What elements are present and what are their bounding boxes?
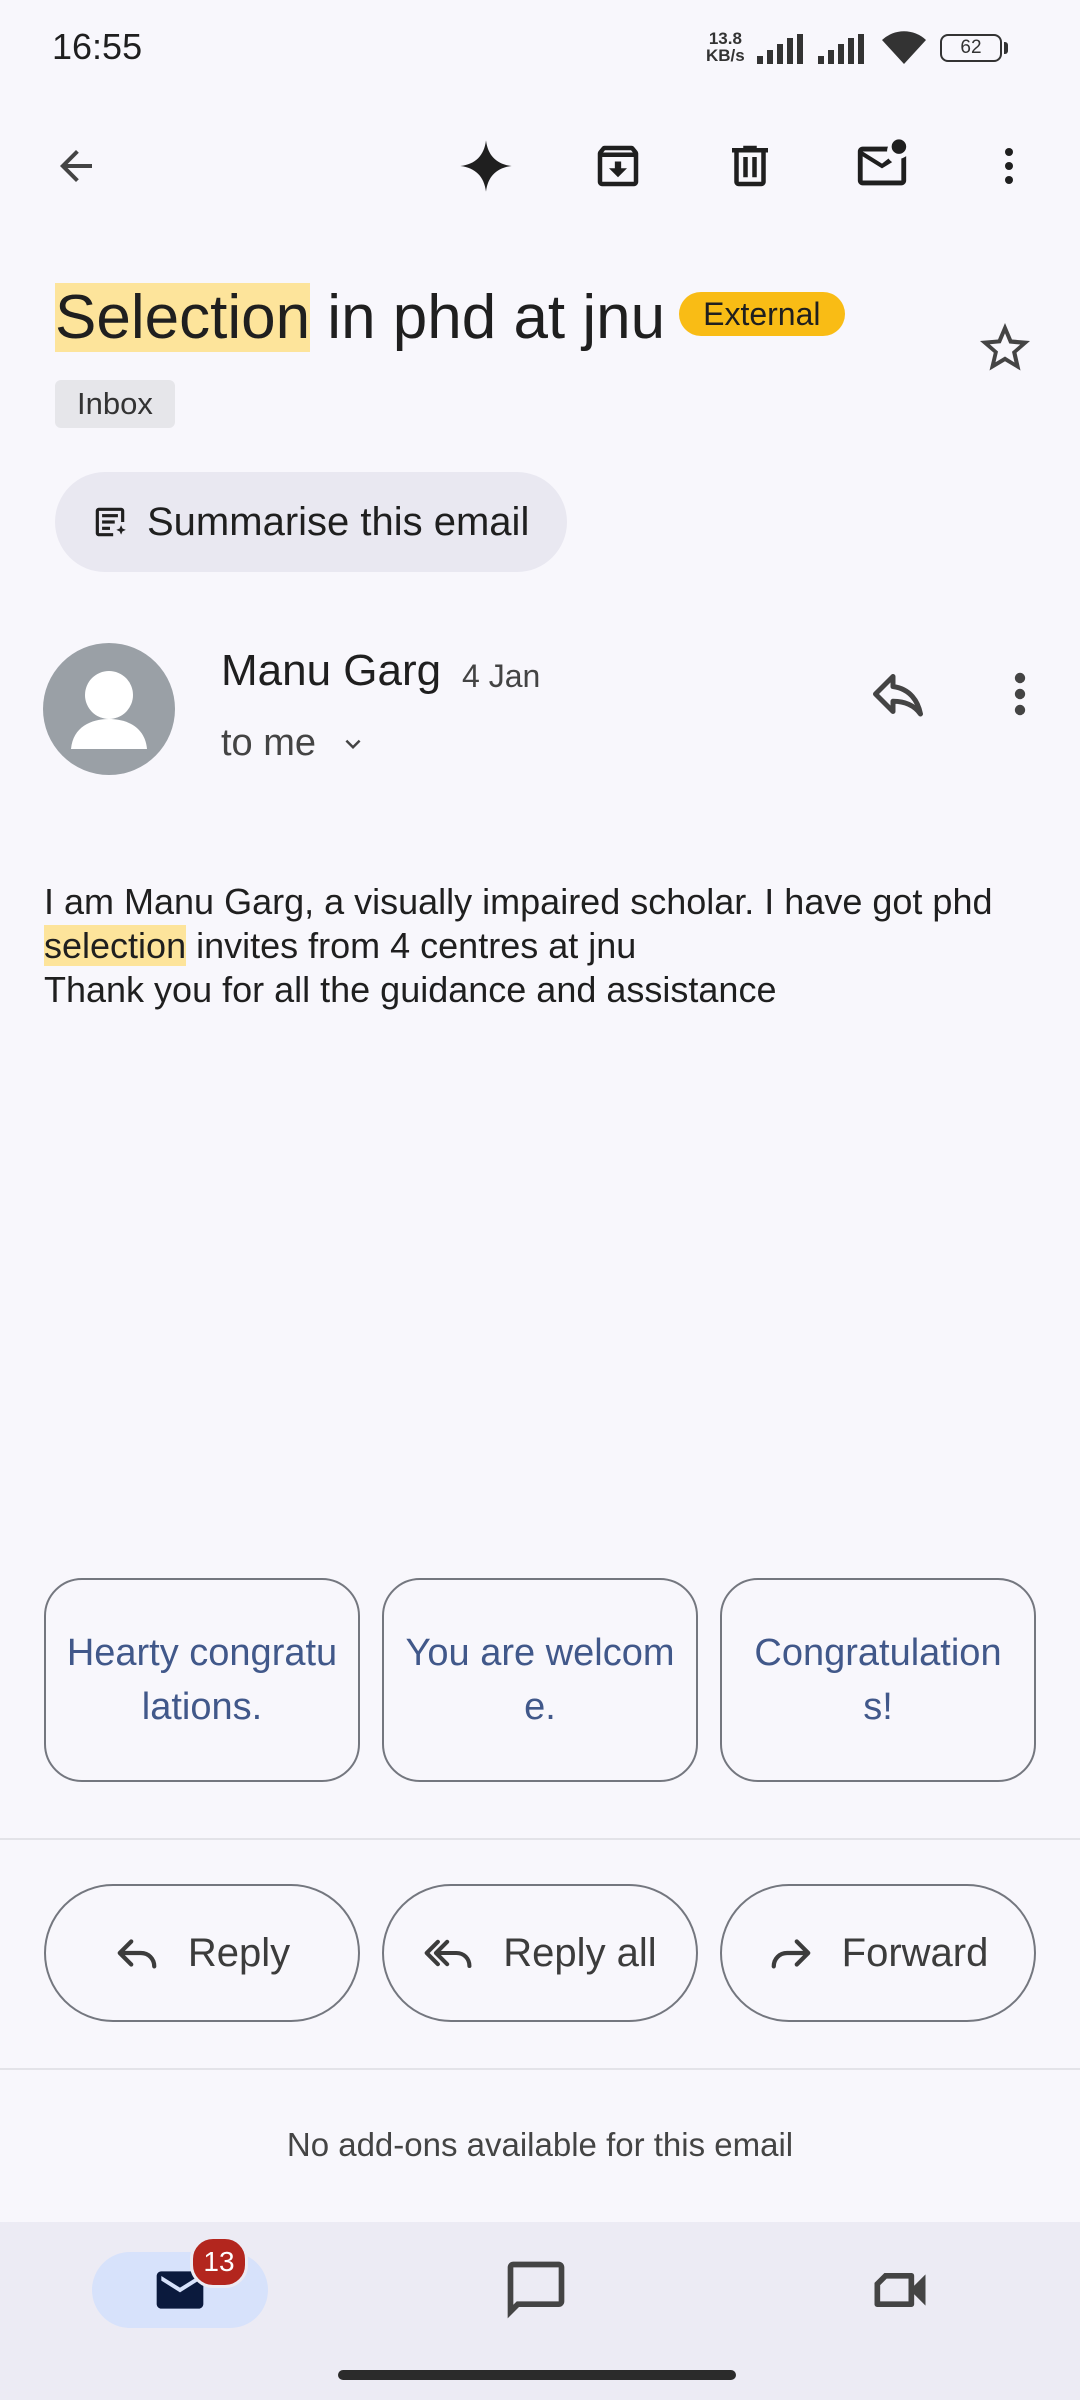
forward-icon (771, 1939, 810, 1969)
meet-icon (874, 2273, 926, 2307)
cell-signal-icon (757, 34, 807, 64)
reply-button[interactable]: Reply (44, 1884, 360, 2022)
reply-all-icon (424, 1939, 472, 1969)
reply-icon (117, 1939, 157, 1969)
wifi-icon (880, 30, 928, 66)
more-vert-icon (1005, 148, 1013, 184)
mark-unread-icon (857, 139, 907, 186)
person-icon (71, 671, 147, 749)
reply-icon (873, 674, 923, 717)
network-speed-unit: KB/s (706, 46, 745, 65)
message-more-button[interactable] (996, 664, 1044, 724)
divider (0, 1838, 1080, 1840)
body-highlight: selection (44, 925, 187, 966)
smart-reply-chip[interactable]: Hearty congratulations. (44, 1578, 360, 1782)
email-body: I am Manu Garg, a visually impaired scho… (44, 880, 1044, 1012)
sender-name[interactable]: Manu Garg (221, 646, 441, 696)
body-line: I am Manu Garg, a visually impaired scho… (44, 881, 993, 922)
smart-reply-chip[interactable]: You are welcome. (382, 1578, 698, 1782)
gemini-button[interactable] (450, 130, 522, 202)
battery-tip (1004, 42, 1008, 54)
delete-icon (732, 145, 768, 187)
battery-indicator: 62 (940, 34, 1002, 62)
reply-label: Reply (187, 1930, 291, 1975)
back-arrow-icon (60, 150, 92, 182)
nav-meet-tab[interactable] (864, 2256, 936, 2324)
delete-button[interactable] (714, 130, 786, 202)
email-subject: Selection in phd at jnu External (55, 270, 845, 366)
smart-reply-chip[interactable]: Congratulations! (720, 1578, 1036, 1782)
archive-button[interactable] (582, 130, 654, 202)
divider (0, 2068, 1080, 2070)
reply-icon-button[interactable] (868, 664, 928, 724)
recipients-toggle[interactable]: to me (221, 722, 368, 765)
inbox-label-chip[interactable]: Inbox (55, 380, 175, 428)
chat-icon (507, 2261, 565, 2319)
network-speed-value: 13.8 (708, 29, 742, 48)
network-speed: 13.8 KB/s (706, 30, 745, 64)
nav-chat-tab[interactable] (502, 2256, 570, 2324)
summarise-label: Summarise this email (147, 499, 530, 544)
email-date: 4 Jan (462, 658, 541, 694)
mark-unread-button[interactable] (846, 130, 918, 202)
unread-count-badge: 13 (190, 2236, 248, 2288)
reply-all-button[interactable]: Reply all (382, 1884, 698, 2022)
sender-avatar[interactable] (43, 643, 175, 775)
more-options-button[interactable] (973, 130, 1045, 202)
more-vert-icon (1014, 672, 1026, 716)
cell-signal-icon (818, 34, 868, 64)
body-text: invites from 4 centres at jnu (186, 925, 637, 966)
home-indicator[interactable] (338, 2370, 736, 2380)
archive-icon (597, 145, 639, 187)
external-badge: External (679, 291, 845, 336)
subject-text: in phd at jnu (310, 283, 666, 352)
recipient-text: to me (221, 722, 317, 764)
body-line: Thank you for all the guidance and assis… (44, 969, 777, 1010)
status-time: 16:55 (52, 26, 143, 67)
star-button[interactable] (975, 318, 1035, 378)
body-line: selection invites from 4 centres at jnu (44, 924, 1044, 968)
forward-button[interactable]: Forward (720, 1884, 1036, 2022)
reply-all-label: Reply all (503, 1930, 657, 1975)
subject-highlight: Selection (55, 283, 311, 352)
back-button[interactable] (40, 130, 112, 202)
summarise-email-button[interactable]: Summarise this email (55, 472, 567, 572)
forward-label: Forward (841, 1930, 989, 1975)
addons-note: No add-ons available for this email (286, 2126, 794, 2163)
chevron-down-icon (345, 739, 361, 749)
star-icon (980, 323, 1030, 371)
sparkle-icon (460, 140, 512, 192)
summarise-icon (95, 507, 126, 537)
